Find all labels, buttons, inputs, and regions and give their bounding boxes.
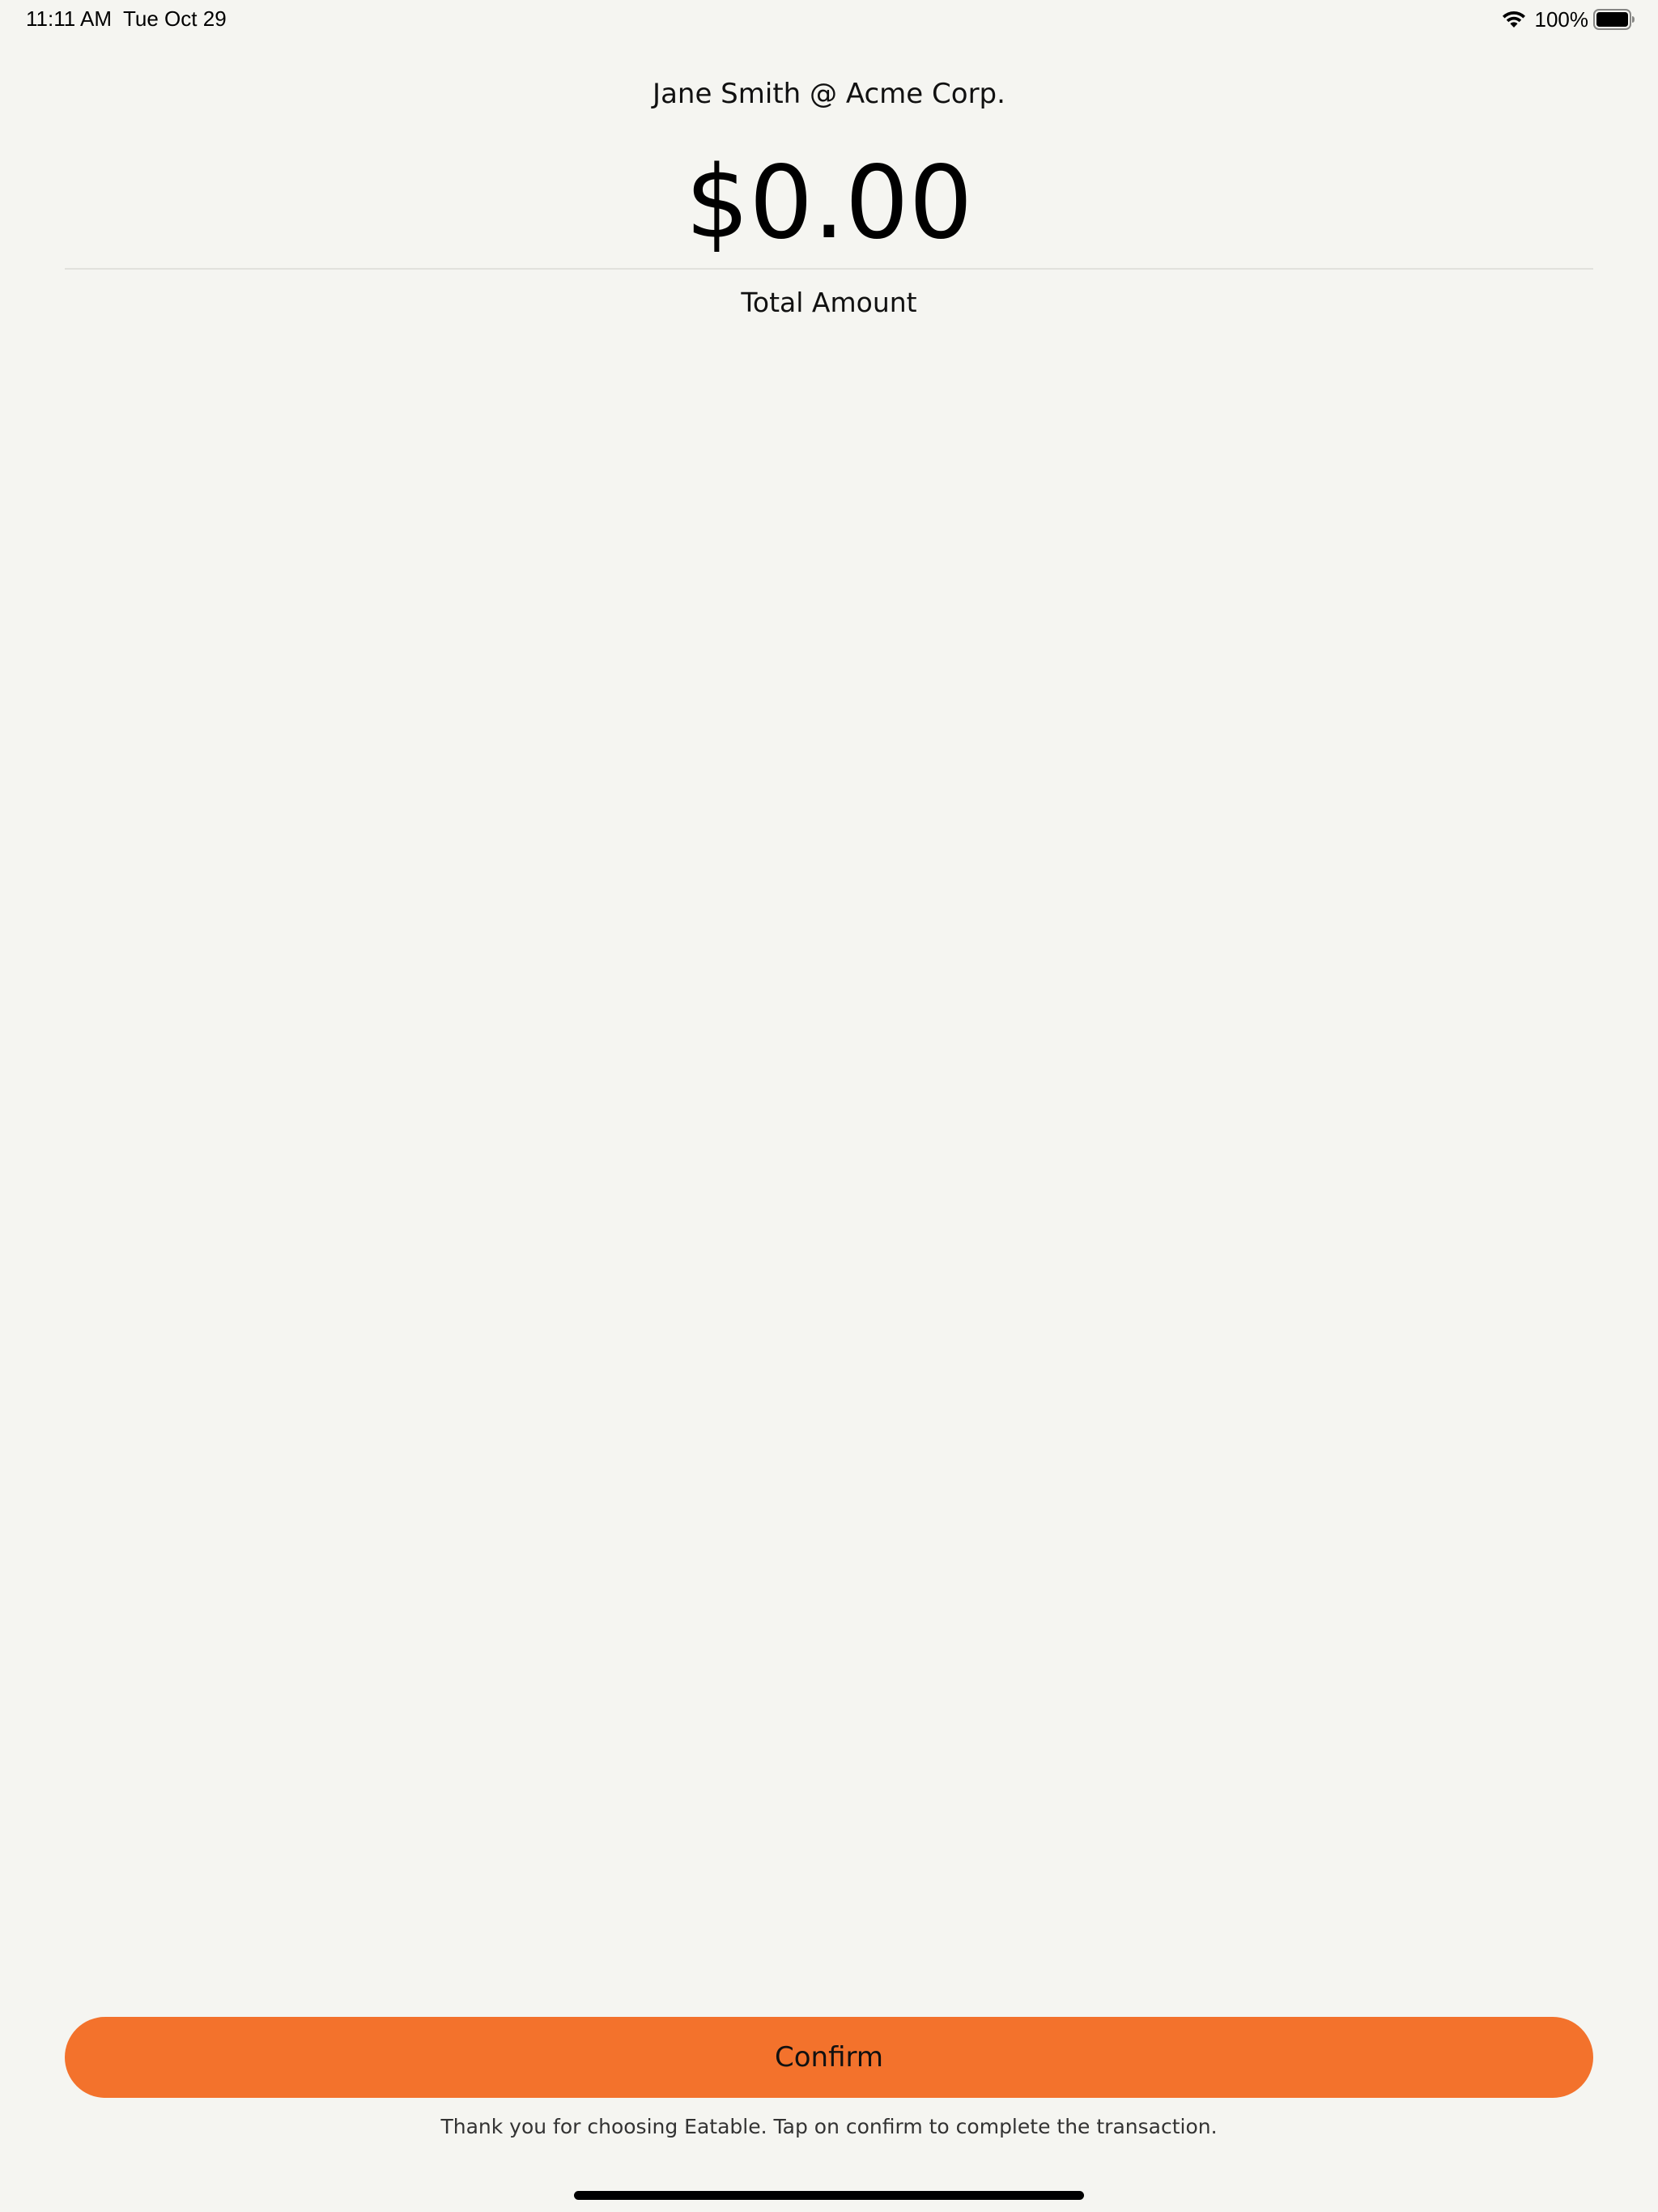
- status-indicators: 100%: [1501, 6, 1636, 32]
- footer-note: Thank you for choosing Eatable. Tap on c…: [440, 2115, 1218, 2138]
- battery-percent: 100%: [1534, 6, 1589, 32]
- divider: [65, 268, 1593, 270]
- status-bar: 11:11 AM Tue Oct 29 100%: [0, 0, 1658, 39]
- customer-name: Jane Smith @ Acme Corp.: [653, 78, 1005, 110]
- total-amount-label: Total Amount: [741, 287, 917, 318]
- status-time: 11:11 AM: [26, 6, 112, 31]
- battery-icon: [1593, 9, 1635, 30]
- home-indicator[interactable]: [574, 2191, 1084, 2200]
- total-amount-value: $0.00: [685, 145, 973, 262]
- confirm-button[interactable]: Confirm: [65, 2017, 1593, 2098]
- wifi-icon: [1502, 11, 1525, 28]
- status-date: Tue Oct 29: [123, 6, 227, 31]
